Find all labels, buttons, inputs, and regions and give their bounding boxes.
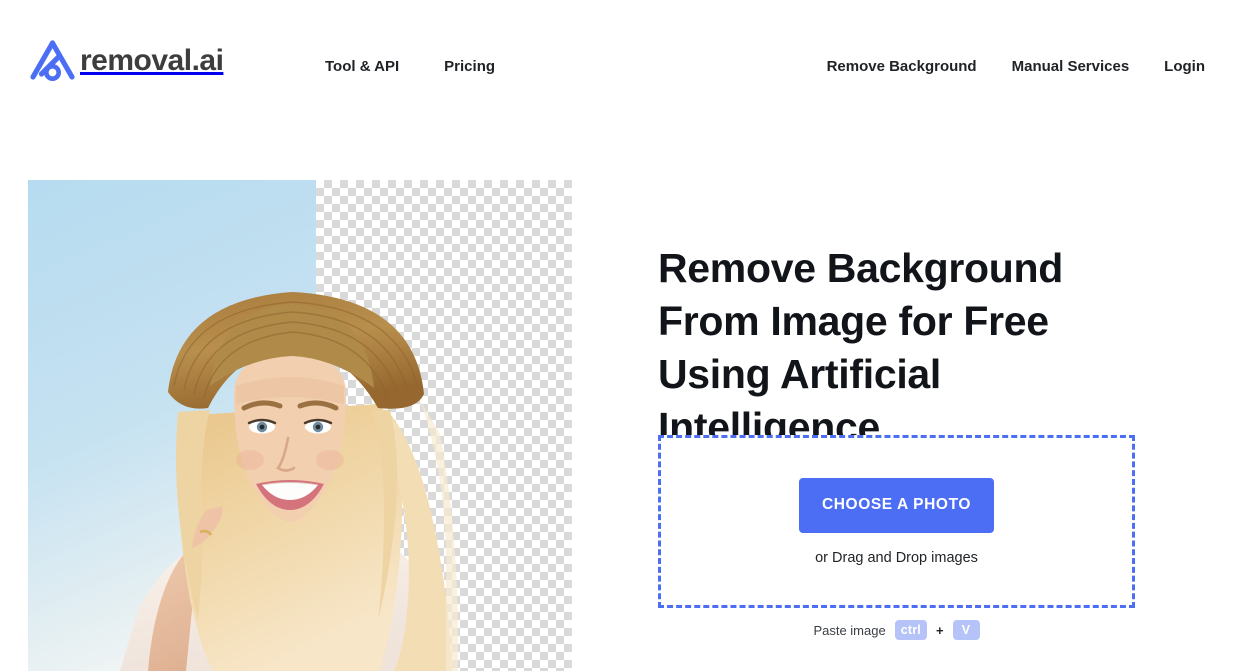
nav-item-login[interactable]: Login (1164, 57, 1205, 77)
page-title: Remove Background From Image for Free Us… (658, 245, 1064, 450)
brand-name: removal.ai (80, 44, 224, 77)
choose-a-photo-button[interactable]: CHOOSE A PHOTO (799, 477, 994, 533)
key-separator: + (935, 622, 944, 638)
brand-logo-link[interactable]: removal.ai (29, 40, 224, 82)
key-ctrl: ctrl (894, 620, 927, 640)
drag-drop-hint: or Drag and Drop images (815, 549, 978, 566)
primary-nav-right: Remove Background Manual Services Login (827, 57, 1205, 77)
upload-dropzone[interactable]: CHOOSE A PHOTO or Drag and Drop images (658, 435, 1135, 608)
site-header: removal.ai Tool & API Pricing Remove Bac… (0, 0, 1255, 134)
key-v: V (952, 620, 980, 640)
paste-image-hint: Paste image ctrl + V (658, 620, 1135, 640)
paste-image-label: Paste image (813, 622, 886, 638)
nav-item-manual-services[interactable]: Manual Services (1012, 57, 1130, 77)
hero-content: Remove Background From Image for Free Us… (658, 180, 1136, 454)
hero-preview-image (28, 180, 572, 671)
sample-portrait-photo (28, 180, 459, 671)
removal-ai-logo-icon (29, 40, 76, 82)
nav-item-tool-api[interactable]: Tool & API (325, 57, 399, 77)
nav-item-pricing[interactable]: Pricing (444, 57, 495, 77)
primary-nav-left: Tool & API Pricing (325, 57, 495, 77)
nav-item-remove-background[interactable]: Remove Background (827, 57, 977, 77)
